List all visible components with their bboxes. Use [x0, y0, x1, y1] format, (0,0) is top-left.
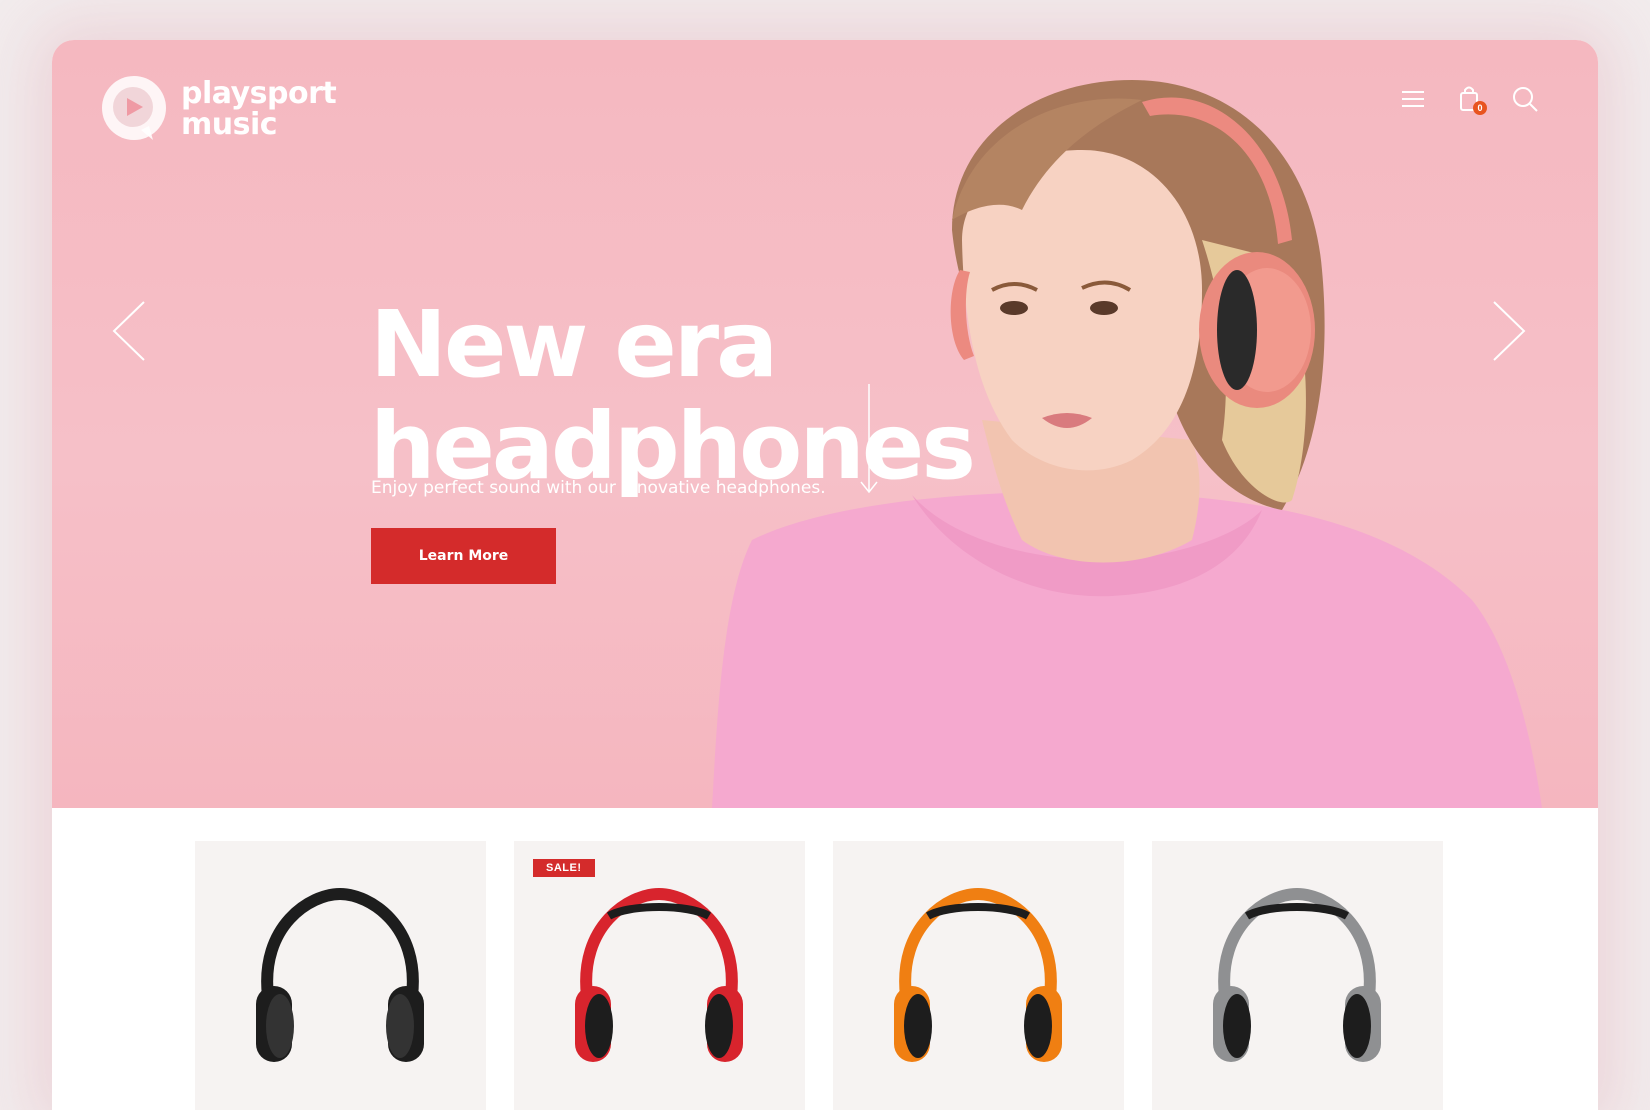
search-button[interactable]	[1510, 84, 1540, 114]
browser-frame: playsport music 0 New era headphones Enj…	[52, 40, 1598, 1110]
cart-count-badge: 0	[1473, 101, 1487, 115]
product-card[interactable]: SALE!	[514, 841, 805, 1110]
product-card[interactable]	[1152, 841, 1443, 1110]
brand-name: playsport music	[181, 76, 337, 142]
cart-button[interactable]: 0	[1454, 84, 1487, 115]
headphones-image	[256, 887, 424, 1062]
product-card[interactable]	[195, 841, 486, 1110]
product-grid: SALE!	[52, 808, 1598, 1110]
slider-next-button[interactable]	[1488, 298, 1528, 364]
hero-banner: playsport music 0 New era headphones Enj…	[52, 40, 1598, 808]
menu-icon	[1402, 91, 1424, 107]
header-icons: 0	[1372, 84, 1540, 115]
sale-badge: SALE!	[533, 859, 595, 877]
product-card[interactable]	[833, 841, 1124, 1110]
hero-headline: New era headphones	[370, 291, 976, 498]
brand-logo-icon	[102, 76, 166, 140]
search-icon	[1513, 87, 1538, 112]
headphones-image	[575, 887, 743, 1062]
scroll-down-icon[interactable]	[860, 384, 878, 496]
brand-logo[interactable]: playsport music	[101, 74, 337, 144]
hero-headline-line1: New era	[370, 291, 778, 398]
brand-name-line2: music	[181, 107, 278, 142]
slider-prev-button[interactable]	[110, 298, 150, 364]
headphones-image	[1213, 887, 1381, 1062]
chevron-left-icon	[112, 301, 145, 361]
hero-subtitle: Enjoy perfect sound with our innovative …	[371, 478, 826, 498]
brand-name-line1: playsport	[181, 76, 337, 111]
chevron-right-icon	[1493, 301, 1526, 361]
learn-more-button[interactable]: Learn More	[371, 528, 556, 584]
headphones-image	[894, 887, 1062, 1062]
menu-button[interactable]	[1398, 84, 1428, 114]
